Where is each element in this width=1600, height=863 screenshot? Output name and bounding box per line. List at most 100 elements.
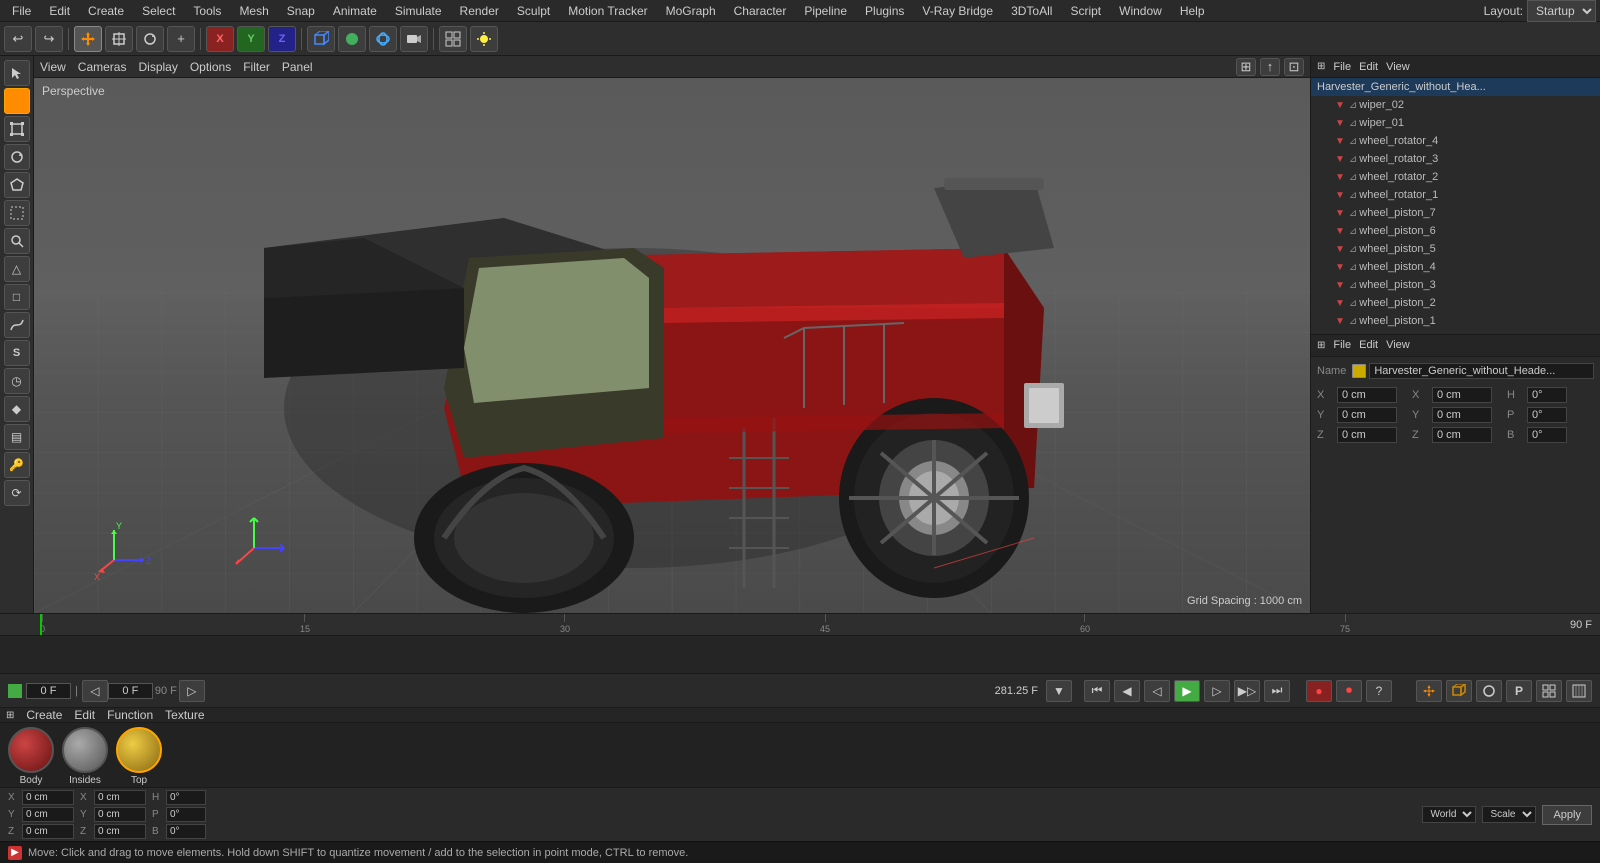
menu-animate[interactable]: Animate bbox=[325, 2, 385, 20]
playback-value-btn[interactable]: ▼ bbox=[1046, 680, 1072, 702]
object-item-wheel_rotator_1[interactable]: ▼⊿wheel_rotator_1 bbox=[1311, 186, 1600, 204]
snap-tool-btn[interactable] bbox=[1416, 680, 1442, 702]
go-start-button[interactable]: ⏮ bbox=[1084, 680, 1110, 702]
object-item-wheel_piston_1[interactable]: ▼⊿wheel_piston_1 bbox=[1311, 312, 1600, 330]
menu-sculpt[interactable]: Sculpt bbox=[509, 2, 558, 20]
viewport-menu-options[interactable]: Options bbox=[190, 60, 231, 74]
object-item-wheel_piston_5[interactable]: ▼⊿wheel_piston_5 bbox=[1311, 240, 1600, 258]
cube-button[interactable] bbox=[307, 26, 335, 52]
menu-select[interactable]: Select bbox=[134, 2, 183, 20]
prev-frame-btn[interactable]: ◁ bbox=[82, 680, 108, 702]
mat-menu-edit[interactable]: Edit bbox=[74, 708, 95, 722]
p-rot-input[interactable] bbox=[1527, 407, 1567, 423]
object-item-w_glass_03[interactable]: ▼⊿w_glass_03 bbox=[1311, 330, 1600, 334]
play-button[interactable]: ▶ bbox=[1174, 680, 1200, 702]
layout-select[interactable]: Startup bbox=[1527, 0, 1596, 22]
p-btn[interactable]: P bbox=[1506, 680, 1532, 702]
viewport-icon-1[interactable]: ⊞ bbox=[1236, 58, 1256, 76]
menu-3dtoall[interactable]: 3DToAll bbox=[1003, 2, 1060, 20]
timeline-btn-2[interactable] bbox=[1566, 680, 1592, 702]
menu-tools[interactable]: Tools bbox=[185, 2, 229, 20]
x2-pos-input[interactable] bbox=[1432, 387, 1492, 403]
edge-select[interactable]: △ bbox=[4, 256, 30, 282]
material-item-insides[interactable]: Insides bbox=[62, 727, 108, 786]
menu-render[interactable]: Render bbox=[452, 2, 507, 20]
menu-file[interactable]: File bbox=[4, 2, 39, 20]
object-item-wiper_02[interactable]: ▼⊿wiper_02 bbox=[1311, 96, 1600, 114]
x-coord-input[interactable] bbox=[22, 790, 74, 805]
timeline-ruler[interactable]: 0153045607590 90 F bbox=[0, 614, 1600, 636]
h-rot-input[interactable] bbox=[1527, 387, 1567, 403]
menu-create[interactable]: Create bbox=[80, 2, 132, 20]
cube-tool-btn[interactable] bbox=[1446, 680, 1472, 702]
undo-button[interactable]: ↩ bbox=[4, 26, 32, 52]
object-item-wheel_piston_4[interactable]: ▼⊿wheel_piston_4 bbox=[1311, 258, 1600, 276]
next-key-button[interactable]: ▶▷ bbox=[1234, 680, 1260, 702]
object-list[interactable]: ▼⊿wiper_02▼⊿wiper_01▼⊿wheel_rotator_4▼⊿w… bbox=[1311, 96, 1600, 334]
light-button[interactable] bbox=[470, 26, 498, 52]
x2-coord-input[interactable] bbox=[94, 790, 146, 805]
live-select[interactable] bbox=[4, 228, 30, 254]
rotate-tool-btn-2[interactable] bbox=[1476, 680, 1502, 702]
sphere-button[interactable] bbox=[338, 26, 366, 52]
props-menu-edit[interactable]: Edit bbox=[1359, 339, 1378, 351]
keyframe-button[interactable]: ? bbox=[1366, 680, 1392, 702]
object-item-wheel_rotator_3[interactable]: ▼⊿wheel_rotator_3 bbox=[1311, 150, 1600, 168]
x-pos-input[interactable] bbox=[1337, 387, 1397, 403]
y-axis-button[interactable]: Y bbox=[237, 26, 265, 52]
menu-window[interactable]: Window bbox=[1111, 2, 1170, 20]
object-name-input[interactable] bbox=[1369, 363, 1594, 379]
object-item-wheel_piston_3[interactable]: ▼⊿wheel_piston_3 bbox=[1311, 276, 1600, 294]
point-select[interactable]: □ bbox=[4, 284, 30, 310]
move-tool-button[interactable] bbox=[74, 26, 102, 52]
viewport-menu-panel[interactable]: Panel bbox=[282, 60, 313, 74]
menu-edit[interactable]: Edit bbox=[41, 2, 78, 20]
menu-help[interactable]: Help bbox=[1172, 2, 1213, 20]
mat-menu-create[interactable]: Create bbox=[26, 708, 62, 722]
menu-pipeline[interactable]: Pipeline bbox=[796, 2, 855, 20]
menu-mesh[interactable]: Mesh bbox=[231, 2, 276, 20]
frame-count-input[interactable] bbox=[108, 683, 153, 699]
p-coord-input[interactable] bbox=[166, 807, 206, 822]
material-item-top[interactable]: Top bbox=[116, 727, 162, 786]
auto-key-button[interactable]: ● bbox=[1306, 680, 1332, 702]
viewport-menu-display[interactable]: Display bbox=[138, 60, 177, 74]
menu-script[interactable]: Script bbox=[1062, 2, 1109, 20]
menu-motion-tracker[interactable]: Motion Tracker bbox=[560, 2, 655, 20]
y2-pos-input[interactable] bbox=[1432, 407, 1492, 423]
menu-plugins[interactable]: Plugins bbox=[857, 2, 912, 20]
viewport-icon-2[interactable]: ↑ bbox=[1260, 58, 1280, 76]
rotate-tool[interactable] bbox=[4, 144, 30, 170]
viewport-menu-filter[interactable]: Filter bbox=[243, 60, 270, 74]
record-button[interactable]: ⏺ bbox=[1336, 680, 1362, 702]
viewport-canvas[interactable]: Z Y X Perspective Grid Spacing : 1000 cm bbox=[34, 78, 1310, 613]
go-end-button[interactable]: ⏭ bbox=[1264, 680, 1290, 702]
selection-tool[interactable] bbox=[4, 60, 30, 86]
world-select[interactable]: World bbox=[1422, 806, 1476, 823]
menu-simulate[interactable]: Simulate bbox=[387, 2, 450, 20]
object-item-wheel_piston_2[interactable]: ▼⊿wheel_piston_2 bbox=[1311, 294, 1600, 312]
paint-tool[interactable]: ◆ bbox=[4, 396, 30, 422]
prev-key-button[interactable]: ◀ bbox=[1114, 680, 1140, 702]
object-item-wheel_rotator_2[interactable]: ▼⊿wheel_rotator_2 bbox=[1311, 168, 1600, 186]
material-item-body[interactable]: Body bbox=[8, 727, 54, 786]
spline-tool[interactable] bbox=[4, 312, 30, 338]
camera-button[interactable] bbox=[400, 26, 428, 52]
y-coord-input[interactable] bbox=[22, 807, 74, 822]
z-axis-button[interactable]: Z bbox=[268, 26, 296, 52]
object-item-wheel_piston_6[interactable]: ▼⊿wheel_piston_6 bbox=[1311, 222, 1600, 240]
scale-tool[interactable] bbox=[4, 116, 30, 142]
grid-tool-btn[interactable] bbox=[1536, 680, 1562, 702]
viewport-menu-view[interactable]: View bbox=[40, 60, 66, 74]
move-tool[interactable] bbox=[4, 88, 30, 114]
object-item-wiper_01[interactable]: ▼⊿wiper_01 bbox=[1311, 114, 1600, 132]
b-rot-input[interactable] bbox=[1527, 427, 1567, 443]
z2-pos-input[interactable] bbox=[1432, 427, 1492, 443]
timeline-tool[interactable]: ◷ bbox=[4, 368, 30, 394]
menu-mograph[interactable]: MoGraph bbox=[658, 2, 724, 20]
rotate-tool-button[interactable] bbox=[136, 26, 164, 52]
reset-tool[interactable]: ⟳ bbox=[4, 480, 30, 506]
s-tool[interactable]: S bbox=[4, 340, 30, 366]
obj-menu-edit[interactable]: Edit bbox=[1359, 61, 1378, 73]
box-select[interactable] bbox=[4, 200, 30, 226]
